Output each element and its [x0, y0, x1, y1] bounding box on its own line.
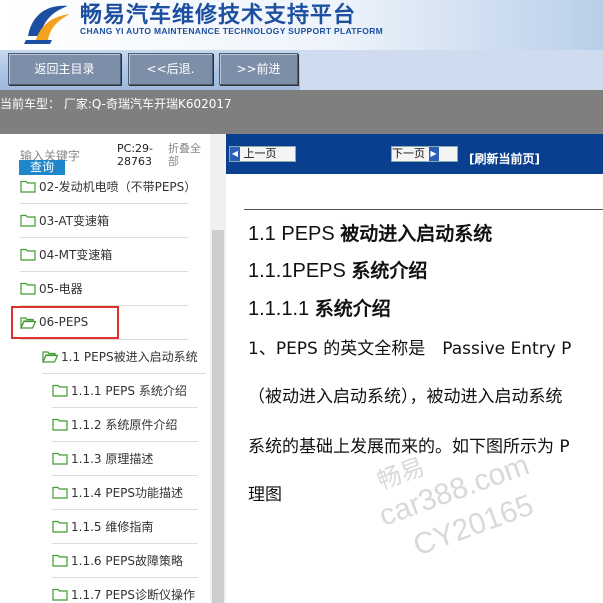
heading-3-text: 系统介绍 [314, 298, 391, 320]
tree-item-row: 1.1 PEPS被进入启动系统 [42, 346, 198, 366]
heading-3-number: 1.1.1.1 [248, 298, 310, 320]
tree-item[interactable]: 1.1.1 PEPS 系统介绍 [52, 374, 198, 408]
tree-item-row: 1.1.2 系统原件介绍 [52, 414, 177, 434]
paragraph-line-1: 1、PEPS 的英文全称是 Passive Entry P [248, 339, 572, 359]
folder-icon [52, 588, 68, 601]
folder-open-icon [42, 350, 58, 363]
folder-icon [20, 282, 36, 295]
brand-title-en: CHANG YI AUTO MAINTENANCE TECHNOLOGY SUP… [80, 26, 384, 36]
arrow-right-icon: ▶ [428, 147, 439, 161]
main-toolbar: 返回主目录 <<后退. >>前进 [0, 50, 603, 90]
heading-3: 1.1.1.1 系统介绍 [248, 294, 391, 321]
paragraph-line-2: （被动进入启动系统），被动进入启动系统 [248, 387, 563, 407]
back-button[interactable]: <<后退. [128, 53, 213, 85]
sidebar-scroll-thumb[interactable] [212, 230, 224, 603]
folder-icon [20, 214, 36, 227]
current-model-bar: 当前车型： 厂家:Q-奇瑞汽车开瑞K602017 [0, 90, 603, 134]
tree-item-label: 1.1.1 PEPS 系统介绍 [71, 383, 187, 398]
brand-title-cn: 畅易汽车维修技术支持平台 [80, 3, 357, 28]
next-page-label: 下一页 [392, 147, 425, 160]
tree-item-label: 04-MT变速箱 [39, 247, 113, 262]
tree-item-label: 1.1.7 PEPS诊断仪操作 [71, 587, 196, 602]
current-model-text: 当前车型： 厂家:Q-奇瑞汽车开瑞K602017 [0, 97, 232, 111]
tree-item-row: 05-电器 [20, 278, 83, 298]
content-pane: ◀ 上一页 下一页 ▶ [刷新当前页] 1.1 PEPS 被动进入启动系统 1.… [226, 134, 603, 603]
tree-item[interactable]: 1.1.4 PEPS功能描述 [52, 476, 198, 510]
folder-icon [52, 418, 68, 431]
tree-item-row: 03-AT变速箱 [20, 210, 109, 230]
heading-1-text: 被动进入启动系统 [340, 223, 493, 245]
tree-item[interactable]: 02-发动机电喷（不带PEPS） [20, 178, 196, 204]
paragraph-line-4: 理图 [248, 485, 282, 505]
tree-item-row: 1.1.3 原理描述 [52, 448, 153, 468]
catalog-tree: 02-发动机电喷（不带PEPS） 03-AT变速箱 04-MT变速箱 05-电器 06-… [0, 178, 210, 603]
search-area: 输入关键字 查询 PC:29-28763 折叠全部 [0, 134, 210, 178]
collapse-all-button[interactable]: 折叠全部 [168, 142, 208, 168]
folder-icon [52, 486, 68, 499]
tree-item-label: 05-电器 [39, 281, 83, 296]
refresh-page-link[interactable]: [刷新当前页] [469, 150, 540, 167]
tree-item-row: 1.1.5 维修指南 [52, 516, 153, 536]
query-button[interactable]: 查询 [19, 160, 65, 175]
tree-item-label: 1.1.4 PEPS功能描述 [71, 485, 184, 500]
toolbar-spacer [300, 50, 603, 90]
tree-item-label: 02-发动机电喷（不带PEPS） [39, 179, 197, 194]
tree-item[interactable]: 1.1.2 系统原件介绍 [52, 408, 198, 442]
folder-icon [52, 452, 68, 465]
page-nav-bar: ◀ 上一页 下一页 ▶ [刷新当前页] [226, 134, 603, 174]
tree-item-row: 1.1.7 PEPS诊断仪操作 [52, 584, 195, 603]
tree-item[interactable]: 1.1 PEPS被进入启动系统 [42, 340, 206, 374]
tree-item[interactable]: 04-MT变速箱 [20, 238, 188, 272]
folder-icon [20, 180, 36, 193]
tree-item[interactable]: 05-电器 [20, 272, 188, 306]
tree-item-row: 02-发动机电喷（不带PEPS） [20, 178, 196, 196]
tree-item-label: 1.1.2 系统原件介绍 [71, 417, 178, 432]
prev-page-button[interactable]: ◀ 上一页 [229, 146, 296, 162]
next-page-button[interactable]: 下一页 ▶ [391, 146, 458, 162]
tree-item-label: 03-AT变速箱 [39, 213, 109, 228]
brand-logo-icon [24, 5, 70, 44]
tree-item[interactable]: 1.1.7 PEPS诊断仪操作 [52, 578, 198, 603]
tree-item[interactable]: 1.1.5 维修指南 [52, 510, 198, 544]
folder-icon [52, 520, 68, 533]
header-banner: 畅易汽车维修技术支持平台 CHANG YI AUTO MAINTENANCE T… [0, 0, 603, 50]
tree-item-label: 1.1.5 维修指南 [71, 519, 154, 534]
folder-icon [20, 248, 36, 261]
tree-item[interactable]: 1.1.3 原理描述 [52, 442, 198, 476]
tree-item-label: 1.1.3 原理描述 [71, 451, 154, 466]
heading-1: 1.1 PEPS 被动进入启动系统 [248, 219, 492, 246]
forward-button[interactable]: >>前进 [219, 53, 298, 85]
heading-2-text: 系统介绍 [351, 260, 428, 282]
sidebar: 输入关键字 查询 PC:29-28763 折叠全部 02-发动机电喷（不带PEP… [0, 134, 226, 603]
sidebar-scrollbar[interactable] [210, 134, 226, 603]
tree-item-row: 1.1.4 PEPS功能描述 [52, 482, 183, 502]
tree-item-label: 1.1.6 PEPS故障策略 [71, 553, 184, 568]
pc-code: PC:29-28763 [117, 142, 153, 168]
tree-item-label: 1.1 PEPS被进入启动系统 [61, 349, 198, 364]
heading-2-number: 1.1.1PEPS [248, 260, 346, 282]
home-button[interactable]: 返回主目录 [8, 53, 121, 85]
heading-2: 1.1.1PEPS 系统介绍 [248, 256, 427, 283]
tree-item-row: 04-MT变速箱 [20, 244, 112, 264]
arrow-left-icon: ◀ [230, 147, 240, 161]
tree-item[interactable]: 1.1.6 PEPS故障策略 [52, 544, 198, 578]
tree-item[interactable]: 03-AT变速箱 [20, 204, 188, 238]
folder-icon [52, 554, 68, 567]
folder-icon [52, 384, 68, 397]
content-divider [244, 209, 603, 210]
tree-item-row: 1.1.6 PEPS故障策略 [52, 550, 183, 570]
heading-1-number: 1.1 PEPS [248, 223, 335, 245]
selection-highlight-box [11, 306, 119, 339]
tree-item-row: 1.1.1 PEPS 系统介绍 [52, 380, 187, 400]
prev-page-label: 上一页 [243, 147, 277, 160]
